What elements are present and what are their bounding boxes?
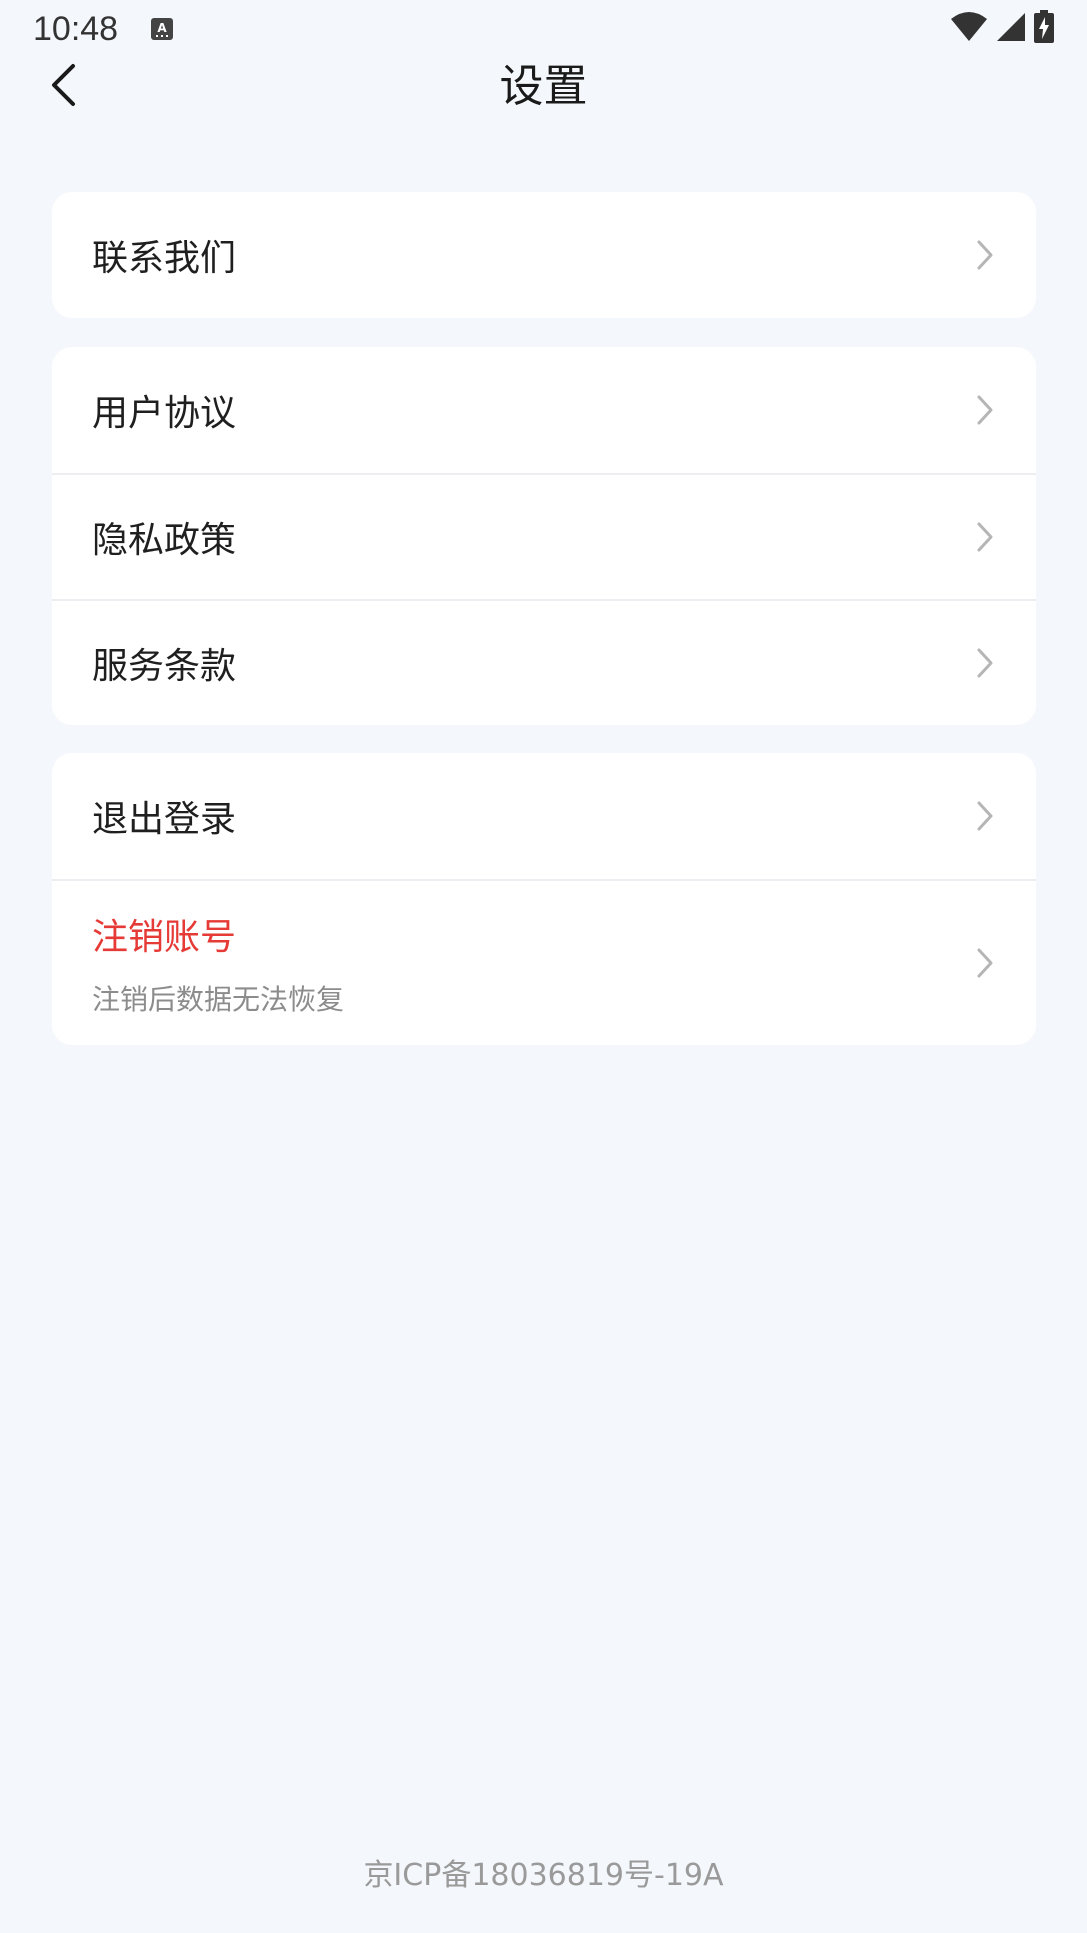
chevron-right-icon [974,520,996,554]
settings-group-contact: 联系我们 [52,192,1036,318]
page-title: 设置 [499,61,588,112]
settings-item-privacy-policy[interactable]: 隐私政策 [52,473,1036,599]
settings-item-label: 用户协议 [92,393,237,434]
settings-item-label: 服务条款 [92,646,237,687]
chevron-right-icon [974,646,996,680]
chevron-right-icon [974,799,996,833]
settings-item-logout[interactable]: 退出登录 [52,753,1036,879]
chevron-right-icon [974,393,996,427]
settings-item-user-agreement[interactable]: 用户协议 [52,347,1036,473]
settings-item-label: 退出登录 [92,799,237,840]
settings-item-terms-of-service[interactable]: 服务条款 [52,599,1036,725]
chevron-right-icon [974,238,996,272]
settings-item-contact-us[interactable]: 联系我们 [52,192,1036,318]
status-time: 10:48 [33,10,119,48]
settings-item-subtitle: 注销后数据无法恢复 [92,983,345,1016]
nav-bar: 设置 [0,58,1087,158]
status-bar: 10:48 A [0,0,1087,58]
svg-text:A: A [157,21,167,35]
settings-item-delete-account[interactable]: 注销账号 注销后数据无法恢复 [52,879,1036,1045]
settings-group-legal: 用户协议 隐私政策 服务条款 [52,347,1036,725]
settings-item-label: 隐私政策 [92,520,237,561]
wifi-icon [949,11,989,47]
settings-group-account: 退出登录 注销账号 注销后数据无法恢复 [52,753,1036,1045]
a-notification-icon: A [150,17,174,41]
settings-item-label: 联系我们 [92,238,237,279]
battery-charging-icon [1033,10,1055,48]
settings-item-label-danger: 注销账号 [92,917,237,958]
chevron-right-icon [974,946,996,980]
cell-signal-icon [995,11,1027,47]
icp-footer: 京ICP备18036819号-19A [363,1858,724,1893]
